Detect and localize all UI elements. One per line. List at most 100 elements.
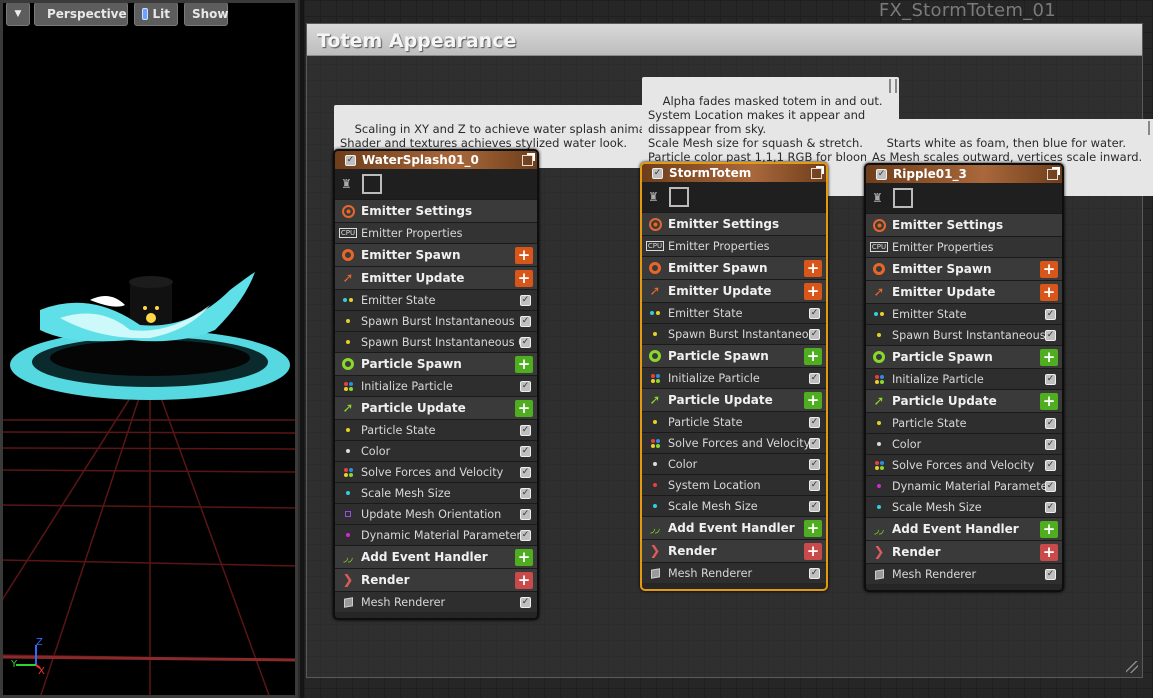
add-module-button[interactable]: + — [804, 542, 822, 560]
row-solve-forces-and-velocity[interactable]: Solve Forces and Velocity ✓ — [335, 461, 537, 482]
module-enabled-checkbox[interactable]: ✓ — [1045, 438, 1056, 450]
system-graph[interactable]: FX_StormTotem_01 Totem Appearance Scalin… — [304, 0, 1153, 698]
emitter-thumbnail[interactable] — [892, 188, 913, 208]
perspective-button[interactable]: Perspective — [34, 2, 128, 26]
row-emitter-settings[interactable]: Emitter Settings — [866, 213, 1062, 236]
add-module-button[interactable]: + — [804, 282, 822, 300]
row-mesh-renderer[interactable]: Mesh Renderer ✓ — [866, 563, 1062, 584]
emitter-node-stormtotem[interactable]: ✓ StormTotem ♜ Emitter Settings CPU Emitter P… — [640, 162, 828, 591]
module-enabled-checkbox[interactable]: ✓ — [520, 294, 531, 306]
row-scale-mesh-size[interactable]: Scale Mesh Size ✓ — [866, 496, 1062, 517]
module-enabled-checkbox[interactable]: ✓ — [809, 567, 820, 579]
row-spawn-burst-instantaneous[interactable]: Spawn Burst Instantaneous ✓ — [642, 323, 826, 344]
row-emitter-state[interactable]: Emitter State ✓ — [866, 303, 1062, 324]
row-emitter-properties[interactable]: CPU Emitter Properties — [642, 235, 826, 256]
row-particle-spawn[interactable]: Particle Spawn + — [335, 352, 537, 375]
module-enabled-checkbox[interactable]: ✓ — [520, 336, 531, 348]
row-emitter-update[interactable]: ➚ Emitter Update + — [335, 266, 537, 289]
pin-icon[interactable]: ♜ — [872, 191, 883, 205]
add-module-button[interactable]: + — [515, 355, 533, 373]
row-emitter-state[interactable]: Emitter State ✓ — [335, 289, 537, 310]
emitter-node-ripple[interactable]: ✓ Ripple01_3 ♜ Emitter Settings CPU Emitter P… — [864, 163, 1064, 592]
row-spawn-burst-instantaneous-001[interactable]: Spawn Burst Instantaneous 001✓ — [335, 331, 537, 352]
row-emitter-properties[interactable]: CPU Emitter Properties — [335, 222, 537, 243]
add-module-button[interactable]: + — [804, 519, 822, 537]
emitter-thumbnail[interactable] — [361, 174, 382, 194]
row-scale-mesh-size[interactable]: Scale Mesh Size ✓ — [335, 482, 537, 503]
add-module-button[interactable]: + — [515, 269, 533, 287]
row-render[interactable]: ❯ Render + — [335, 568, 537, 591]
module-enabled-checkbox[interactable]: ✓ — [809, 479, 820, 491]
add-module-button[interactable]: + — [515, 548, 533, 566]
emitter-node-watersplash[interactable]: ✓ WaterSplash01_0 ♜ Emitter Settings CPU Emit… — [333, 149, 539, 620]
row-emitter-spawn[interactable]: Emitter Spawn + — [642, 256, 826, 279]
row-add-event-handler[interactable]: ◞◞ Add Event Handler + — [642, 516, 826, 539]
add-module-button[interactable]: + — [804, 391, 822, 409]
emitter-enabled-checkbox[interactable]: ✓ — [876, 168, 887, 180]
module-enabled-checkbox[interactable]: ✓ — [520, 466, 531, 478]
row-color[interactable]: Color ✓ — [335, 440, 537, 461]
module-enabled-checkbox[interactable]: ✓ — [520, 529, 531, 541]
row-initialize-particle[interactable]: Initialize Particle ✓ — [335, 375, 537, 396]
open-external-icon[interactable] — [1047, 166, 1060, 180]
add-module-button[interactable]: + — [1040, 260, 1058, 278]
add-module-button[interactable]: + — [1040, 392, 1058, 410]
emitter-header[interactable]: ✓ StormTotem — [642, 164, 826, 182]
module-enabled-checkbox[interactable]: ✓ — [809, 437, 820, 449]
row-dynamic-material-parameters[interactable]: Dynamic Material Parameters ✓ — [335, 524, 537, 545]
module-enabled-checkbox[interactable]: ✓ — [809, 416, 820, 428]
module-enabled-checkbox[interactable]: ✓ — [809, 372, 820, 384]
row-render[interactable]: ❯ Render + — [866, 540, 1062, 563]
emitter-thumbnail[interactable] — [668, 187, 689, 207]
row-color[interactable]: Color ✓ — [866, 433, 1062, 454]
row-particle-update[interactable]: ➚ Particle Update + — [866, 389, 1062, 412]
add-module-button[interactable]: + — [1040, 348, 1058, 366]
row-emitter-spawn[interactable]: Emitter Spawn + — [335, 243, 537, 266]
row-particle-state[interactable]: Particle State ✓ — [866, 412, 1062, 433]
resize-grip-icon[interactable] — [1126, 661, 1138, 673]
module-enabled-checkbox[interactable]: ✓ — [520, 380, 531, 392]
add-module-button[interactable]: + — [1040, 520, 1058, 538]
pin-icon[interactable] — [888, 79, 897, 93]
row-render[interactable]: ❯ Render + — [642, 539, 826, 562]
module-enabled-checkbox[interactable]: ✓ — [520, 424, 531, 436]
module-enabled-checkbox[interactable]: ✓ — [1045, 329, 1056, 341]
pin-icon[interactable]: ♜ — [648, 190, 659, 204]
row-color[interactable]: Color ✓ — [642, 453, 826, 474]
module-enabled-checkbox[interactable]: ✓ — [520, 596, 531, 608]
module-enabled-checkbox[interactable]: ✓ — [809, 500, 820, 512]
module-enabled-checkbox[interactable]: ✓ — [1045, 568, 1056, 580]
row-mesh-renderer[interactable]: Mesh Renderer ✓ — [335, 591, 537, 612]
module-enabled-checkbox[interactable]: ✓ — [1045, 373, 1056, 385]
pin-icon[interactable]: ♜ — [341, 177, 352, 191]
open-external-icon[interactable] — [811, 165, 824, 179]
add-module-button[interactable]: + — [515, 571, 533, 589]
module-enabled-checkbox[interactable]: ✓ — [520, 508, 531, 520]
row-particle-spawn[interactable]: Particle Spawn + — [866, 345, 1062, 368]
module-enabled-checkbox[interactable]: ✓ — [1045, 480, 1056, 492]
row-update-mesh-orientation[interactable]: Update Mesh Orientation ✓ — [335, 503, 537, 524]
row-spawn-burst-instantaneous[interactable]: Spawn Burst Instantaneous ✓ — [335, 310, 537, 331]
emitter-header[interactable]: ✓ WaterSplash01_0 — [335, 151, 537, 169]
module-enabled-checkbox[interactable]: ✓ — [1045, 417, 1056, 429]
row-emitter-state[interactable]: Emitter State ✓ — [642, 302, 826, 323]
viewport-panel[interactable]: Z Y X ▼ Perspective Lit Show — [0, 0, 300, 698]
row-particle-state[interactable]: Particle State ✓ — [642, 411, 826, 432]
row-particle-update[interactable]: ➚ Particle Update + — [335, 396, 537, 419]
module-enabled-checkbox[interactable]: ✓ — [520, 445, 531, 457]
row-emitter-spawn[interactable]: Emitter Spawn + — [866, 257, 1062, 280]
module-enabled-checkbox[interactable]: ✓ — [809, 458, 820, 470]
add-module-button[interactable]: + — [804, 347, 822, 365]
row-mesh-renderer[interactable]: Mesh Renderer ✓ — [642, 562, 826, 583]
row-add-event-handler[interactable]: ◞◞ Add Event Handler + — [335, 545, 537, 568]
lit-button[interactable]: Lit — [134, 2, 178, 26]
row-emitter-settings[interactable]: Emitter Settings — [642, 212, 826, 235]
row-particle-spawn[interactable]: Particle Spawn + — [642, 344, 826, 367]
module-enabled-checkbox[interactable]: ✓ — [809, 307, 820, 319]
show-button[interactable]: Show — [184, 2, 229, 26]
add-module-button[interactable]: + — [515, 399, 533, 417]
add-module-button[interactable]: + — [1040, 543, 1058, 561]
viewport-scene[interactable]: Z Y X — [0, 0, 300, 698]
row-scale-mesh-size[interactable]: Scale Mesh Size ✓ — [642, 495, 826, 516]
module-enabled-checkbox[interactable]: ✓ — [1045, 308, 1056, 320]
